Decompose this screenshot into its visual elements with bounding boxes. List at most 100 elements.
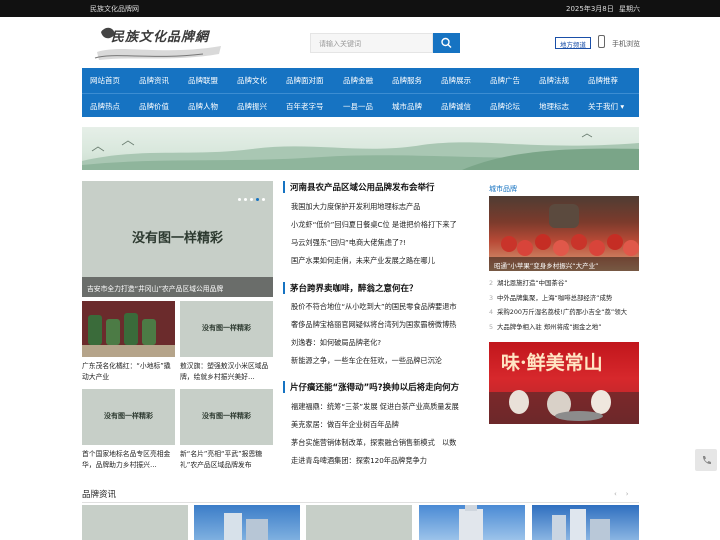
site-name[interactable]: 民族文化品牌网 [90,4,139,14]
landscape-banner[interactable] [82,127,639,170]
slider-dot[interactable] [250,198,253,201]
slider-caption[interactable]: 吉安市全力打造“井冈山”农产品区域公用品牌 [82,277,273,297]
nav-item[interactable]: 品牌价值 [139,101,169,112]
thumb-caption[interactable]: 广东茂名化橘红：“小地标”撬动大产业 [82,361,175,383]
top-bar: 民族文化品牌网 2025年3月8日 星期六 [0,0,720,17]
thumb-image[interactable] [82,301,175,357]
news-item[interactable]: 茅台实施营销体制改革，探索融合销售新模式 以数 [291,438,477,448]
headline-slider[interactable]: 没有图一样精彩 吉安市全力打造“井冈山”农产品区域公用品牌 [82,181,273,297]
nav-item[interactable]: 一县一品 [343,101,373,112]
nav-item[interactable]: 品牌振兴 [237,101,267,112]
changshan-photo[interactable]: 味·鲜美常山 [489,342,639,424]
slider-dots[interactable] [235,186,265,205]
news-headline[interactable]: 茅台跨界卖咖啡，醉翁之意何在？ [283,282,418,294]
nav-item[interactable]: 网站首页 [90,75,120,86]
nav-item[interactable]: 品牌诚信 [441,101,471,112]
jars-photo-icon [82,301,175,357]
current-date: 2025年3月8日 [566,5,614,13]
section-pager: ‹ › [614,490,629,498]
news-item[interactable]: 奢侈品牌宝格丽官网疑似将台湾列为国家霸榜微博热 [291,320,477,330]
nav-item[interactable]: 品牌广告 [490,75,520,86]
site-logo[interactable]: 民族文化品牌網 [93,22,223,64]
list-item[interactable]: 5 大品牌争相入驻 郑州将成“掘金之地” [489,322,639,331]
nav-item[interactable]: 品牌服务 [392,75,422,86]
no-image-placeholder: 没有图一样精彩 [202,412,251,420]
nav-item[interactable]: 品牌联盟 [188,75,218,86]
nav-item[interactable]: 城市品牌 [392,101,422,112]
thumb-caption[interactable]: 首个国家地标名品专区亮相金华，品牌助力乡村振兴… [82,449,175,471]
tower-photo-icon [459,505,483,540]
nav-item[interactable]: 品牌面对面 [286,75,324,86]
main-navigation: 网站首页 品牌资讯 品牌联盟 品牌文化 品牌面对面 品牌金融 品牌服务 品牌展示… [82,68,639,117]
nav-item[interactable]: 品牌金融 [343,75,373,86]
news-item[interactable]: 刘逸春：如何破局品牌老化? [291,338,477,348]
nav-item[interactable]: 品牌论坛 [490,101,520,112]
chevron-down-icon: ▾ [618,102,625,111]
news-item[interactable]: 股价不符合地位“从小吃到大”的国民零食品牌要退市 [291,302,477,312]
news-headline[interactable]: 片仔癀还能“涨得动”吗?换帅以后将走向何方 [283,381,459,393]
contact-phone-button[interactable] [695,449,717,471]
skyline-photo-icon [552,509,610,540]
region-channel-link[interactable]: 地方频道 [555,37,591,49]
news-item[interactable]: 国产水果如何走俏，未来产业发展之路在哪儿 [291,256,477,266]
list-item[interactable]: 2 湖北恩施打造“中国茶谷” [489,278,639,287]
nav-item[interactable]: 品牌资讯 [139,75,169,86]
nav-item[interactable]: 品牌展示 [441,75,471,86]
no-image-placeholder: 没有图一样精彩 [202,324,251,332]
section-divider [82,502,639,503]
list-item-number: 3 [489,294,494,302]
list-item[interactable]: 3 中外品牌集聚，上海“咖啡总部经济”成势 [489,293,639,302]
search-input[interactable]: 请输入关键词 [310,33,433,53]
list-item-number: 5 [489,323,494,331]
nav-item[interactable]: 品牌推荐 [588,75,618,86]
news-item[interactable]: 马云刘强东“回归”电商大佬焦虑了?! [291,238,477,248]
news-item[interactable]: 福建福鼎：统筹“三茶”发展 促进白茶产业高质量发展 [291,402,477,412]
prev-arrow-icon[interactable]: ‹ [614,490,617,498]
nav-item[interactable]: 地理标志 [539,101,569,112]
thumb-caption[interactable]: 新“名片”亮相“平武”报恩糖礼”农产品区域品牌发布 [180,449,273,471]
building-photo-icon [224,513,268,540]
news-thumb[interactable] [194,505,300,540]
nav-item[interactable]: 百年老字号 [286,101,324,112]
thumb-image[interactable]: 没有图一样精彩 [180,389,273,445]
news-item[interactable]: 新能源之争，一些车企在狂欢，一些品牌已沉沦 [291,356,477,366]
thumb-caption[interactable]: 敖汉旗：塑强敖汉小米区域品牌，绘就乡村振兴美好… [180,361,273,383]
news-thumb[interactable] [306,505,412,540]
news-thumb[interactable] [419,505,525,540]
news-thumb[interactable] [532,505,639,540]
thumb-image[interactable]: 没有图一样精彩 [180,301,273,357]
thumb-image[interactable]: 没有图一样精彩 [82,389,175,445]
news-thumb[interactable] [82,505,188,540]
city-brand-photo[interactable]: 昭通“小苹果”变身乡村振兴“大产业” [489,196,639,271]
list-item-number: 2 [489,279,494,287]
no-image-placeholder: 没有图一样精彩 [104,412,153,420]
photo-caption: 昭通“小苹果”变身乡村振兴“大产业” [489,257,639,271]
mobile-phone-icon[interactable] [598,35,605,48]
nav-row-2: 品牌热点 品牌价值 品牌人物 品牌振兴 百年老字号 一县一品 城市品牌 品牌诚信… [82,93,639,117]
news-item[interactable]: 我国加大力度保护开发利用地理标志产品 [291,202,477,212]
list-item-number: 4 [489,308,494,316]
list-item-text: 湖北恩施打造“中国茶谷” [497,279,568,287]
nav-about-label: 关于我们 [588,102,618,111]
nav-item[interactable]: 品牌人物 [188,101,218,112]
mobile-browse-link[interactable]: 手机浏览 [612,39,640,49]
slider-dot[interactable] [262,198,265,201]
news-item[interactable]: 美克家居：做百年企业树百年品牌 [291,420,477,430]
nav-item-about[interactable]: 关于我们 ▾ [588,101,624,112]
slider-dot[interactable] [244,198,247,201]
category-label-city-brand[interactable]: 城市品牌 [489,184,517,194]
slider-dot-active[interactable] [256,198,259,201]
no-image-placeholder: 没有图一样精彩 [131,231,223,246]
search-button[interactable] [433,33,460,53]
section-title-brand-news[interactable]: 品牌资讯 [82,488,116,500]
news-headline[interactable]: 河南县农产品区域公用品牌发布会举行 [283,181,435,193]
nav-item[interactable]: 品牌文化 [237,75,267,86]
news-item[interactable]: 走进青岛啤酒集团：探索120年品牌竞争力 [291,456,477,466]
nav-item[interactable]: 品牌法规 [539,75,569,86]
next-arrow-icon[interactable]: › [626,490,629,498]
slider-dot[interactable] [238,198,241,201]
list-item[interactable]: 4 采购200万斤湿名荔枝!广药那小吉全“荔”领大 [489,307,639,316]
news-item[interactable]: 小龙虾“低价”回归夏日餐桌C位 是谁把价格打下来了 [291,220,477,230]
nav-item[interactable]: 品牌热点 [90,101,120,112]
list-item-text: 大品牌争相入驻 郑州将成“掘金之地” [497,323,602,331]
